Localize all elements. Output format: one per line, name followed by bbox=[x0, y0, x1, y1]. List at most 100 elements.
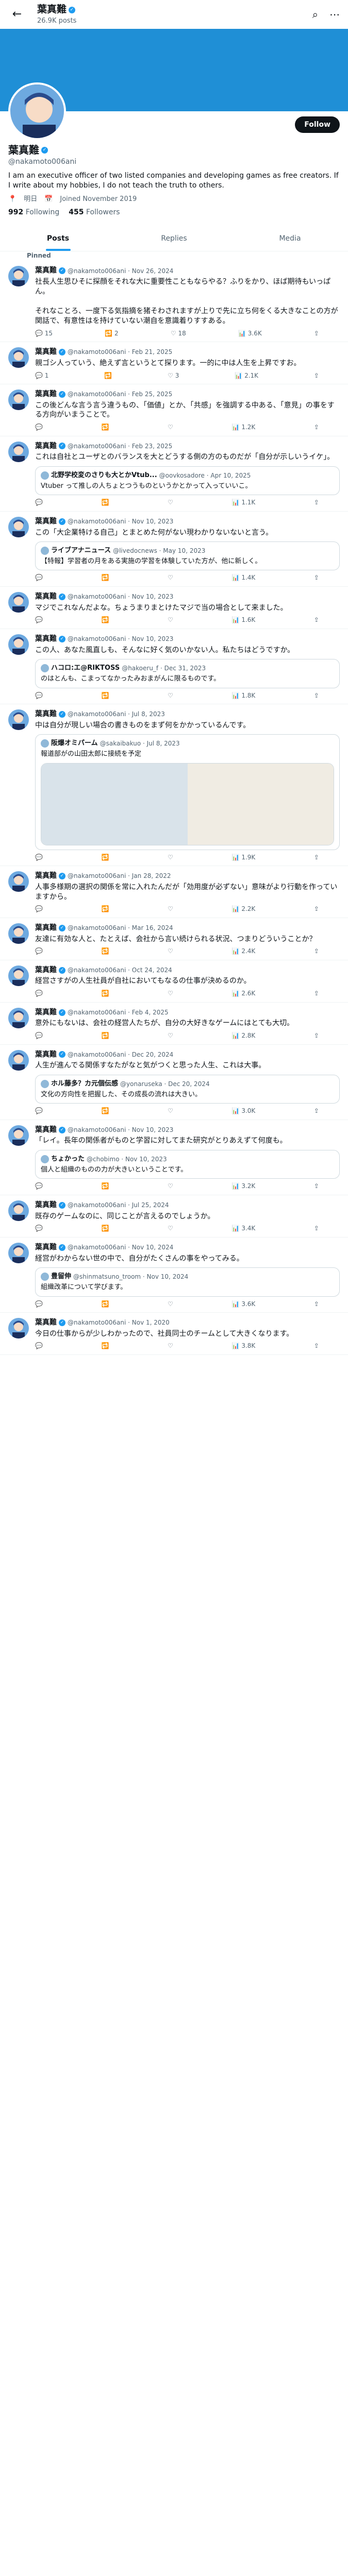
like-action[interactable]: ♡ bbox=[168, 498, 173, 506]
quoted-tweet[interactable]: 阪爆オミパーム @sakaibakuo · Jul 8, 2023 報道部がの山田太… bbox=[35, 734, 340, 850]
share-icon[interactable]: ⇪ bbox=[314, 1224, 319, 1232]
tweet-author-name[interactable]: 葉真難 bbox=[35, 1050, 57, 1060]
views-action[interactable]: 📊 2.6K bbox=[232, 989, 256, 997]
avatar[interactable] bbox=[8, 389, 29, 410]
reply-action[interactable]: 💬 bbox=[35, 947, 43, 955]
like-action[interactable]: ♡ bbox=[168, 691, 173, 700]
reply-action[interactable]: 💬 1 bbox=[35, 371, 48, 380]
share-icon[interactable]: ⇪ bbox=[314, 616, 319, 624]
avatar[interactable] bbox=[8, 1049, 29, 1071]
like-action[interactable]: ♡ bbox=[168, 1224, 173, 1232]
avatar[interactable] bbox=[8, 1125, 29, 1146]
retweet-action[interactable]: 🔁 bbox=[102, 905, 109, 913]
tweet[interactable]: 葉真難 ✓ @nakamoto006ani · Oct 24, 2024 経営さすがの… bbox=[0, 960, 348, 1003]
share-icon[interactable]: ⇪ bbox=[314, 947, 319, 955]
like-action[interactable]: ♡ bbox=[168, 853, 173, 861]
tweet-author-name[interactable]: 葉真難 bbox=[35, 709, 57, 719]
tweet[interactable]: 葉真難 ✓ @nakamoto006ani · Nov 10, 2023 この人、あな… bbox=[0, 629, 348, 704]
retweet-action[interactable]: 🔁 bbox=[102, 423, 109, 431]
views-action[interactable]: 📊 1.6K bbox=[232, 616, 256, 624]
retweet-action[interactable]: 🔁 bbox=[102, 573, 109, 582]
avatar[interactable] bbox=[8, 1242, 29, 1263]
quoted-tweet[interactable]: ホル藤多？カ元個伝感 @yonaruseka · Dec 20, 2024 文化の方… bbox=[35, 1075, 340, 1104]
follow-button[interactable]: Follow bbox=[295, 116, 340, 133]
like-action[interactable]: ♡ bbox=[168, 989, 173, 997]
share-icon[interactable]: ⇪ bbox=[314, 905, 319, 913]
avatar[interactable] bbox=[8, 923, 29, 944]
views-action[interactable]: 📊 1.8K bbox=[232, 691, 256, 700]
views-action[interactable]: 📊 1.9K bbox=[232, 853, 256, 861]
reply-action[interactable]: 💬 bbox=[35, 691, 43, 700]
views-action[interactable]: 📊 3.0K bbox=[232, 1107, 256, 1115]
like-action[interactable]: ♡ bbox=[168, 1300, 173, 1308]
tweet-author-name[interactable]: 葉真難 bbox=[35, 1008, 57, 1018]
tweet[interactable]: 葉真難 ✓ @nakamoto006ani · Nov 1, 2020 今日の仕事から… bbox=[0, 1313, 348, 1355]
views-action[interactable]: 📊 2.2K bbox=[232, 905, 256, 913]
views-action[interactable]: 📊 3.6K bbox=[238, 329, 262, 337]
tweet[interactable]: 葉真難 ✓ @nakamoto006ani · Nov 10, 2023 マジでこれな… bbox=[0, 587, 348, 629]
share-icon[interactable]: ⇪ bbox=[314, 1031, 319, 1040]
views-action[interactable]: 📊 2.4K bbox=[232, 947, 256, 955]
tweet-author-name[interactable]: 葉真難 bbox=[35, 389, 57, 399]
like-action[interactable]: ♡ bbox=[168, 1107, 173, 1115]
reply-action[interactable]: 💬 bbox=[35, 1031, 43, 1040]
avatar[interactable] bbox=[8, 266, 29, 287]
back-arrow-icon[interactable]: ← bbox=[8, 6, 26, 23]
tweet-author-name[interactable]: 葉真難 bbox=[35, 517, 57, 527]
tweet[interactable]: 葉真難 ✓ @nakamoto006ani · Nov 10, 2023 この「大企業… bbox=[0, 512, 348, 587]
avatar[interactable] bbox=[8, 634, 29, 655]
like-action[interactable]: ♡ bbox=[168, 1182, 173, 1190]
quoted-media[interactable] bbox=[41, 762, 334, 845]
like-action[interactable]: ♡ bbox=[168, 616, 173, 624]
tweet[interactable]: 葉真難 ✓ @nakamoto006ani · Jan 28, 2022 人事多様期の… bbox=[0, 866, 348, 918]
tweet-author-name[interactable]: 葉真難 bbox=[35, 1243, 57, 1252]
tweet-author-name[interactable]: 葉真難 bbox=[35, 266, 57, 276]
avatar[interactable] bbox=[8, 871, 29, 892]
share-icon[interactable]: ⇪ bbox=[314, 1342, 319, 1350]
share-icon[interactable]: ⇪ bbox=[314, 691, 319, 700]
views-action[interactable]: 📊 1.2K bbox=[232, 423, 256, 431]
tweet-author-name[interactable]: 葉真難 bbox=[35, 1318, 57, 1328]
views-action[interactable]: 📊 3.6K bbox=[232, 1300, 256, 1308]
like-action[interactable]: ♡ bbox=[168, 947, 173, 955]
reply-action[interactable]: 💬 15 bbox=[35, 329, 53, 337]
views-action[interactable]: 📊 2.1K bbox=[235, 371, 258, 380]
share-icon[interactable]: ⇪ bbox=[314, 1107, 319, 1115]
tweet[interactable]: 葉真難 ✓ @nakamoto006ani · Mar 16, 2024 友達に有効な… bbox=[0, 918, 348, 960]
avatar[interactable] bbox=[8, 591, 29, 613]
views-action[interactable]: 📊 3.4K bbox=[232, 1224, 256, 1232]
tweet[interactable]: 葉真難 ✓ @nakamoto006ani · Jul 25, 2024 既存のゲーム… bbox=[0, 1195, 348, 1238]
tweet[interactable]: 葉真難 ✓ @nakamoto006ani · Nov 10, 2024 経営がわから… bbox=[0, 1238, 348, 1313]
tweet-author-name[interactable]: 葉真難 bbox=[35, 1125, 57, 1135]
avatar[interactable] bbox=[8, 1007, 29, 1028]
retweet-action[interactable]: 🔁 2 bbox=[105, 329, 118, 337]
share-icon[interactable]: ⇪ bbox=[314, 329, 319, 337]
quoted-tweet[interactable]: ライブアナニュース @livedocnews · May 10, 2023 【特報】… bbox=[35, 541, 340, 571]
views-action[interactable]: 📊 3.8K bbox=[232, 1342, 256, 1350]
reply-action[interactable]: 💬 bbox=[35, 423, 43, 431]
like-action[interactable]: ♡ bbox=[168, 1342, 173, 1350]
tweet-author-name[interactable]: 葉真難 bbox=[35, 634, 57, 644]
share-icon[interactable]: ⇪ bbox=[314, 423, 319, 431]
tweet-author-name[interactable]: 葉真難 bbox=[35, 923, 57, 933]
tweet[interactable]: 葉真難 ✓ @nakamoto006ani · Feb 25, 2025 この後どんな… bbox=[0, 384, 348, 436]
tweet-author-name[interactable]: 葉真難 bbox=[35, 1200, 57, 1210]
retweet-action[interactable]: 🔁 bbox=[102, 989, 109, 997]
like-action[interactable]: ♡ 3 bbox=[168, 371, 179, 380]
share-icon[interactable]: ⇪ bbox=[314, 853, 319, 861]
tweet[interactable]: 葉真難 ✓ @nakamoto006ani · Nov 26, 2024 社長人生思ひ… bbox=[0, 261, 348, 342]
retweet-action[interactable]: 🔁 bbox=[102, 1224, 109, 1232]
avatar[interactable] bbox=[8, 1317, 29, 1338]
reply-action[interactable]: 💬 bbox=[35, 1342, 43, 1350]
more-icon[interactable]: ⋯ bbox=[329, 8, 340, 22]
views-action[interactable]: 📊 1.1K bbox=[232, 498, 256, 506]
tab-replies[interactable]: Replies bbox=[116, 227, 232, 251]
quoted-tweet[interactable]: ハコロ:エ@RIKTOSS @hakoeru_f · Dec 31, 2023 のは… bbox=[35, 659, 340, 688]
reply-action[interactable]: 💬 bbox=[35, 1182, 43, 1190]
followers-count[interactable]: 455 Followers bbox=[69, 208, 120, 217]
retweet-action[interactable]: 🔁 bbox=[102, 947, 109, 955]
tab-media[interactable]: Media bbox=[232, 227, 348, 251]
reply-action[interactable]: 💬 bbox=[35, 853, 43, 861]
share-icon[interactable]: ⇪ bbox=[314, 1182, 319, 1190]
retweet-action[interactable]: 🔁 bbox=[102, 1107, 109, 1115]
